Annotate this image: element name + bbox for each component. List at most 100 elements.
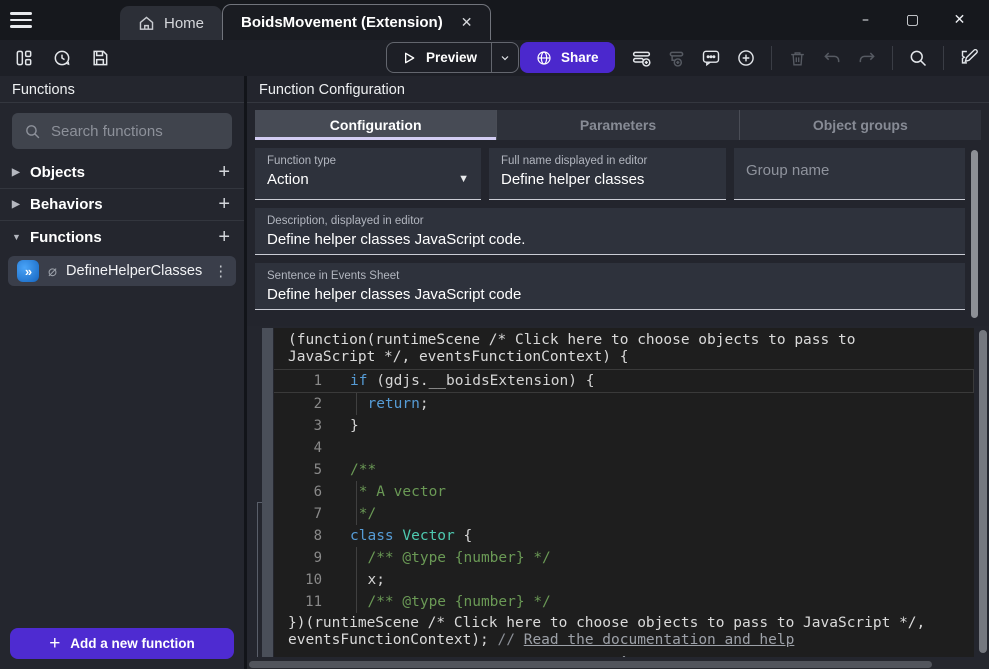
sidebar-section-objects[interactable]: ▶ Objects + — [0, 157, 244, 189]
code-line-4[interactable]: 4 — [274, 437, 974, 459]
description-field[interactable]: Description, displayed in editor Define … — [255, 208, 965, 255]
function-type-select[interactable]: Function type Action ▼ — [255, 148, 481, 200]
tab-home[interactable]: Home — [120, 6, 222, 40]
chevron-right-icon[interactable]: ▶ — [12, 199, 30, 210]
close-button[interactable]: ✕ — [936, 0, 983, 40]
tab-boidsmovement-extension[interactable]: BoidsMovement (Extension) ✕ — [222, 4, 491, 40]
function-type-label: Function type — [267, 155, 469, 167]
main-menu-icon[interactable] — [10, 9, 36, 31]
events-vertical-scrollbar[interactable] — [979, 330, 987, 653]
delete-icon[interactable] — [783, 44, 811, 72]
add-subevent-icon[interactable] — [662, 44, 690, 72]
dropdown-arrow-icon[interactable]: ▼ — [458, 173, 469, 185]
code-wrapper-top[interactable]: (function(runtimeScene /* Click here to … — [274, 328, 928, 367]
add-object-icon[interactable]: + — [218, 161, 230, 184]
code-line-1[interactable]: 1if (gdjs.__boidsExtension) { — [274, 369, 974, 393]
sidebar-section-functions[interactable]: ▼ Functions + — [0, 221, 244, 253]
config-scrollbar[interactable] — [971, 150, 978, 318]
toolbar-divider — [943, 46, 944, 70]
add-event-icon[interactable] — [627, 44, 655, 72]
sentence-value: Define helper classes JavaScript code — [267, 286, 953, 303]
documentation-link[interactable]: Read the documentation and help — [524, 632, 795, 648]
add-other-event-icon[interactable] — [732, 44, 760, 72]
toolbar-divider — [771, 46, 772, 70]
edit-extension-icon[interactable] — [955, 44, 983, 72]
save-icon[interactable] — [86, 44, 114, 72]
main-panel-title: Function Configuration — [247, 76, 989, 103]
code-line-6[interactable]: 6 * A vector — [274, 481, 974, 503]
code-line-11[interactable]: 11 /** @type {number} */ — [274, 591, 974, 613]
group-name-field[interactable] — [734, 148, 965, 200]
tab-home-label: Home — [164, 15, 204, 32]
content-area: Functions ▶ Objects + ▶ Behaviors + ▼ Fu… — [0, 76, 989, 669]
tab-close-icon[interactable]: ✕ — [457, 12, 477, 33]
code-line-5[interactable]: 5/** — [274, 459, 974, 481]
home-icon — [138, 15, 155, 32]
add-function-icon[interactable]: + — [218, 226, 230, 249]
code-line-2[interactable]: 2 return; — [274, 393, 974, 415]
line-content: return; — [330, 393, 974, 415]
minimize-button[interactable]: – — [842, 0, 889, 40]
code-wrapper-bottom[interactable]: })(runtimeScene /* Click here to choose … — [274, 613, 950, 648]
section-label: Objects — [30, 164, 85, 181]
events-sheet: (function(runtimeScene /* Click here to … — [247, 326, 989, 669]
line-number: 8 — [274, 525, 330, 547]
code-line-8[interactable]: 8class Vector { — [274, 525, 974, 547]
functions-sidebar: Functions ▶ Objects + ▶ Behaviors + ▼ Fu… — [0, 76, 247, 669]
item-overflow-menu-icon[interactable]: ⋮ — [211, 262, 230, 280]
plus-icon: + — [49, 633, 60, 655]
line-content: */ — [330, 503, 974, 525]
group-name-input[interactable] — [746, 148, 953, 193]
code-line-9[interactable]: 9 /** @type {number} */ — [274, 547, 974, 569]
line-content: } — [330, 415, 974, 437]
tab-strip: Home BoidsMovement (Extension) ✕ — [120, 4, 491, 40]
preview-dropdown-icon[interactable] — [492, 43, 518, 72]
redo-icon[interactable] — [853, 44, 881, 72]
full-name-value: Define helper classes — [501, 171, 714, 188]
function-type-value: Action — [267, 171, 469, 188]
code-line-3[interactable]: 3} — [274, 415, 974, 437]
add-comment-icon[interactable] — [697, 44, 725, 72]
line-number: 11 — [274, 591, 330, 613]
line-content: /** — [330, 459, 974, 481]
search-icon — [24, 123, 41, 140]
function-item-definehelperclasses[interactable]: » ⌀ DefineHelperClasses ⋮ — [8, 256, 236, 286]
code-line-7[interactable]: 7 */ — [274, 503, 974, 525]
chevron-down-icon[interactable]: ▼ — [12, 232, 30, 242]
line-content: /** @type {number} */ — [330, 547, 974, 569]
search-functions-box[interactable] — [12, 113, 232, 149]
sentence-field[interactable]: Sentence in Events Sheet Define helper c… — [255, 263, 965, 310]
private-icon: ⌀ — [48, 262, 57, 280]
version-history-icon[interactable] — [48, 44, 76, 72]
tab-parameters[interactable]: Parameters — [497, 110, 739, 140]
line-content: class Vector { — [330, 525, 974, 547]
js-code-editor[interactable]: (function(runtimeScene /* Click here to … — [274, 328, 974, 657]
add-new-function-button[interactable]: + Add a new function — [10, 628, 234, 659]
chevron-right-icon[interactable]: ▶ — [12, 167, 30, 178]
preview-button-main[interactable]: Preview — [387, 43, 491, 72]
add-new-function-label: Add a new function — [70, 636, 195, 651]
undo-icon[interactable] — [818, 44, 846, 72]
maximize-button[interactable]: ▢ — [889, 0, 936, 40]
tab-configuration[interactable]: Configuration — [255, 110, 497, 140]
description-label: Description, displayed in editor — [267, 215, 953, 227]
configuration-form: Function type Action ▼ Full name display… — [255, 148, 981, 322]
event-drag-handle[interactable] — [262, 328, 273, 657]
search-functions-input[interactable] — [51, 123, 250, 140]
sidebar-section-behaviors[interactable]: ▶ Behaviors + — [0, 189, 244, 221]
scroll-hint-caret: ^ — [274, 654, 974, 657]
preview-button[interactable]: Preview — [386, 42, 519, 73]
event-indent-guide — [257, 502, 258, 657]
configuration-tabs: Configuration Parameters Object groups — [255, 110, 981, 140]
full-name-label: Full name displayed in editor — [501, 155, 714, 167]
share-button[interactable]: Share — [520, 42, 615, 73]
section-label: Functions — [30, 229, 102, 246]
open-project-manager-icon[interactable] — [10, 44, 38, 72]
tab-object-groups[interactable]: Object groups — [740, 110, 981, 140]
events-horizontal-scrollbar[interactable] — [247, 660, 989, 669]
search-icon[interactable] — [904, 44, 932, 72]
add-behavior-icon[interactable]: + — [218, 193, 230, 216]
line-number: 7 — [274, 503, 330, 525]
code-line-10[interactable]: 10 x; — [274, 569, 974, 591]
full-name-field[interactable]: Full name displayed in editor Define hel… — [489, 148, 726, 200]
